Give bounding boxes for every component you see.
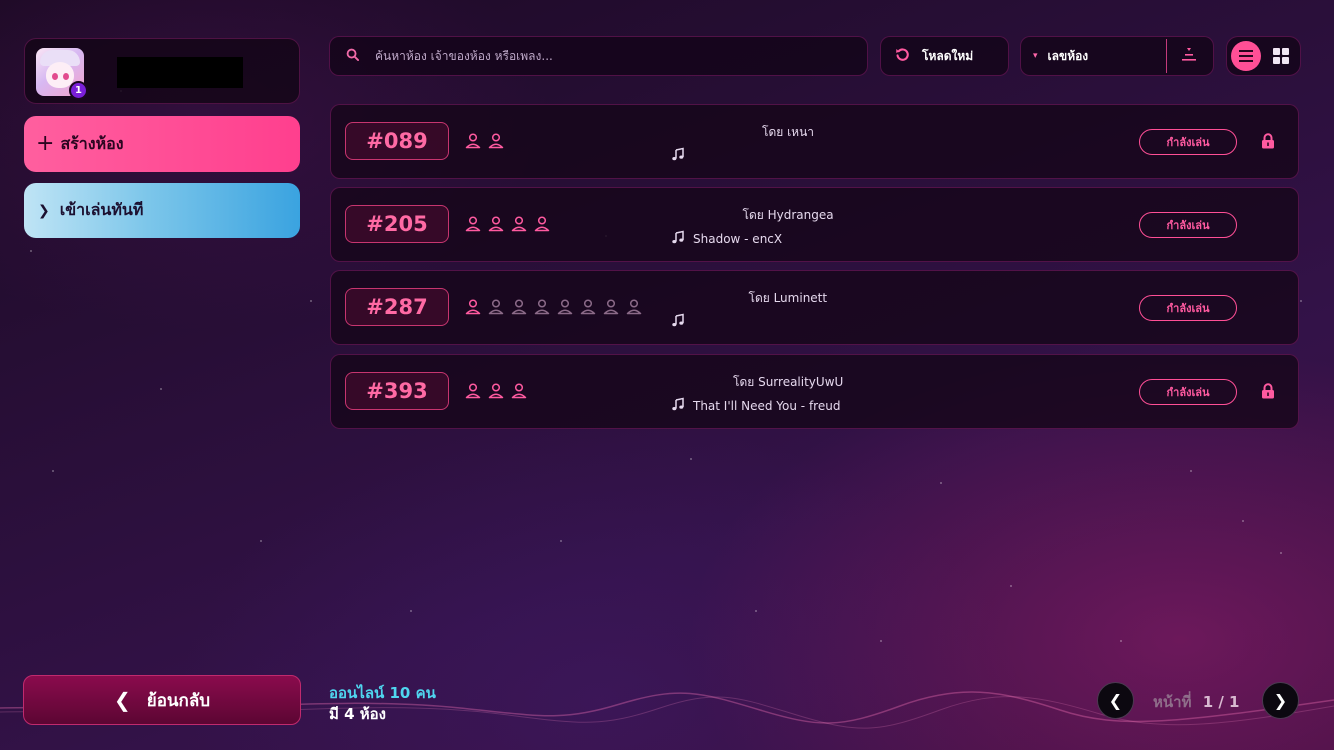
status-badge: กำลังเล่น <box>1139 295 1237 321</box>
music-note-icon <box>671 230 693 247</box>
profile-card[interactable]: 1 <box>24 38 300 104</box>
player-slot-icon <box>556 299 574 315</box>
room-song: Shadow - encX <box>671 230 782 247</box>
next-page-button[interactable]: ❯ <box>1262 682 1299 719</box>
page-label: หน้าที่ <box>1153 693 1192 711</box>
search-icon <box>346 48 359 65</box>
lock-icon <box>1261 383 1275 399</box>
player-slot-icon <box>464 383 482 399</box>
music-note-icon <box>671 313 693 330</box>
search-input[interactable] <box>375 49 845 63</box>
room-row[interactable]: #393 โดย SurrealityUwU That I'll Need You … <box>330 354 1299 429</box>
player-slots <box>464 133 505 149</box>
chevron-right-icon: ❯ <box>38 202 50 219</box>
room-row[interactable]: #089 โดย เหนา กำลังเล่น <box>330 104 1299 179</box>
page-number: 1 / 1 <box>1202 693 1240 711</box>
room-row[interactable]: #287 โดย Luminett กำลังเล่น <box>330 270 1299 345</box>
back-button[interactable]: ❮ ย้อนกลับ <box>23 675 301 725</box>
create-room-button[interactable]: + สร้างห้อง <box>24 116 300 172</box>
song-title: That I'll Need You - freud <box>693 398 841 413</box>
room-count: มี 4 ห้อง <box>329 705 386 723</box>
player-slots <box>464 299 643 315</box>
music-note-icon <box>671 147 693 164</box>
room-host: โดย Luminett <box>748 291 828 305</box>
room-number: #393 <box>345 372 449 410</box>
back-label: ย้อนกลับ <box>146 690 211 711</box>
chevron-down-icon: ▾ <box>1033 51 1038 61</box>
player-slot-icon <box>510 216 528 232</box>
chevron-right-icon: ❯ <box>1273 691 1288 710</box>
search-bar[interactable] <box>329 36 868 76</box>
player-slot-icon <box>487 383 505 399</box>
quick-play-label: เข้าเล่นทันที <box>59 200 144 219</box>
list-view-button[interactable] <box>1231 41 1261 71</box>
username-redacted <box>117 57 243 88</box>
room-song <box>671 147 693 164</box>
player-slot-icon <box>464 299 482 315</box>
view-toggle <box>1226 36 1301 76</box>
chevron-left-icon: ❮ <box>1108 691 1123 710</box>
player-slot-icon <box>510 299 528 315</box>
divider <box>1166 39 1167 73</box>
level-badge: 1 <box>69 81 88 100</box>
grid-view-button[interactable] <box>1273 48 1289 64</box>
player-slot-icon <box>510 383 528 399</box>
create-room-label: สร้างห้อง <box>60 133 124 153</box>
room-number: #205 <box>345 205 449 243</box>
player-slot-icon <box>487 133 505 149</box>
page-indicator: หน้าที่ 1 / 1 <box>1153 690 1239 714</box>
player-slot-icon <box>579 299 597 315</box>
room-host: โดย SurrealityUwU <box>733 375 844 389</box>
music-note-icon <box>671 397 693 414</box>
room-song <box>671 313 693 330</box>
player-slot-icon <box>625 299 643 315</box>
room-row[interactable]: #205 โดย Hydrangea Shadow - encX กำลังเล่น <box>330 187 1299 262</box>
player-slots <box>464 383 528 399</box>
player-slot-icon <box>533 299 551 315</box>
reload-icon <box>895 47 910 66</box>
sort-order-icon[interactable] <box>1181 46 1197 66</box>
player-slot-icon <box>464 133 482 149</box>
room-song: That I'll Need You - freud <box>671 397 840 414</box>
prev-page-button[interactable]: ❮ <box>1097 682 1134 719</box>
status-badge: กำลังเล่น <box>1139 379 1237 405</box>
room-host: โดย Hydrangea <box>742 208 834 222</box>
sort-label: เลขห้อง <box>1047 48 1089 63</box>
chevron-left-icon: ❮ <box>113 688 131 712</box>
list-icon <box>1239 50 1253 62</box>
room-number: #089 <box>345 122 449 160</box>
room-number: #287 <box>345 288 449 326</box>
sort-dropdown[interactable]: ▾ เลขห้อง <box>1020 36 1214 76</box>
player-slot-icon <box>464 216 482 232</box>
player-slot-icon <box>602 299 620 315</box>
player-slot-icon <box>533 216 551 232</box>
player-slot-icon <box>487 216 505 232</box>
room-host: โดย เหนา <box>762 125 815 139</box>
plus-icon: + <box>36 131 55 156</box>
player-slots <box>464 216 551 232</box>
status-badge: กำลังเล่น <box>1139 212 1237 238</box>
quick-play-button[interactable]: ❯ เข้าเล่นทันที <box>24 183 300 238</box>
status-badge: กำลังเล่น <box>1139 129 1237 155</box>
song-title: Shadow - encX <box>693 231 783 246</box>
lock-icon <box>1261 133 1275 149</box>
player-slot-icon <box>487 299 505 315</box>
reload-button[interactable]: โหลดใหม่ <box>880 36 1009 76</box>
reload-label: โหลดใหม่ <box>922 48 974 63</box>
